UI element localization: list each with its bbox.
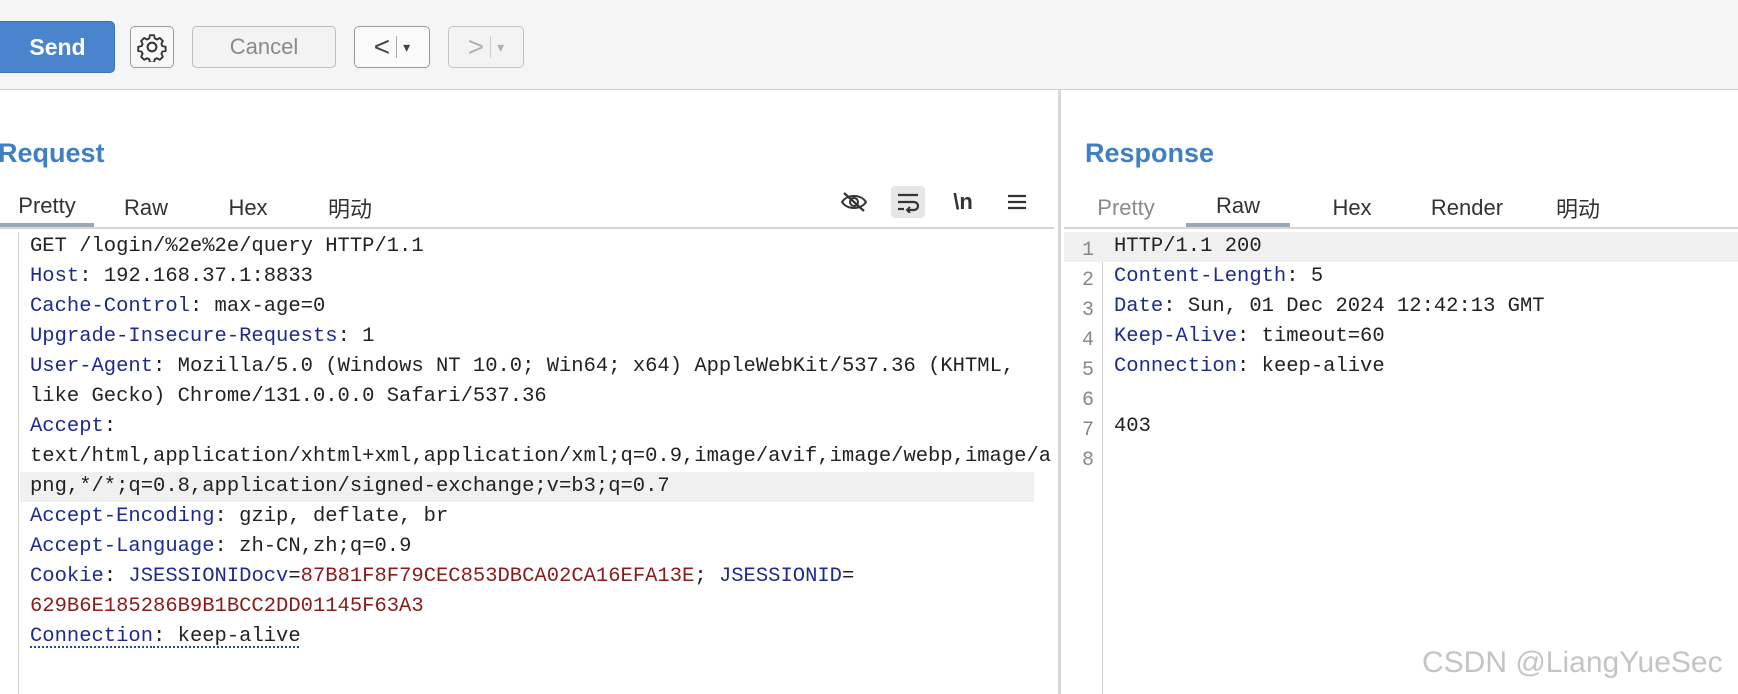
gear-icon (137, 34, 167, 62)
cancel-button[interactable]: Cancel (192, 26, 336, 68)
line-number: 8 (1081, 449, 1094, 472)
header-cookie-cont: 629B6E185286B9B1BCC2DD01145F63A3 (30, 595, 424, 618)
response-status-line: HTTP/1.1 200 (1114, 235, 1262, 258)
header-cookie: Cookie: JSESSIONIDocv=87B81F8F79CEC853DB… (30, 565, 855, 588)
hide-nonprintable-button[interactable] (837, 186, 871, 218)
line-number: 7 (1081, 419, 1094, 442)
eye-slash-icon (840, 192, 868, 212)
response-editor[interactable]: 1 2 3 4 5 6 7 8 HTTP/1.1 200 Content-Len… (1064, 232, 1738, 694)
response-tabs: Pretty Raw Hex Render 明动 (1064, 188, 1738, 228)
header-upgrade-insecure: Upgrade-Insecure-Requests: 1 (30, 325, 375, 348)
tab-pretty[interactable]: Pretty (1084, 188, 1168, 228)
tab-render[interactable]: Render (1412, 188, 1522, 228)
header-user-agent-cont: like Gecko) Chrome/131.0.0.0 Safari/537.… (30, 385, 547, 408)
header-date: Date: Sun, 01 Dec 2024 12:42:13 GMT (1114, 295, 1545, 318)
response-body: 403 (1114, 415, 1151, 438)
tab-raw[interactable]: Raw (104, 188, 188, 228)
tabs-rule (1064, 227, 1738, 229)
header-accept-value-cont: png,*/*;q=0.8,application/signed-exchang… (20, 472, 1034, 502)
settings-button[interactable] (130, 26, 174, 68)
tab-pretty[interactable]: Pretty (0, 188, 94, 228)
line-number: 3 (1081, 299, 1094, 322)
wrap-icon (898, 193, 920, 213)
tab-inspector[interactable]: 明动 (306, 188, 394, 228)
separator (490, 36, 492, 58)
newline-icon: \n (953, 189, 973, 214)
header-accept: Accept: (30, 415, 117, 438)
line-number: 6 (1081, 389, 1094, 412)
header-accept-language: Accept-Language: zh-CN,zh;q=0.9 (30, 535, 412, 558)
line-number: 1 (1081, 239, 1094, 262)
forward-arrow-icon: > (467, 31, 485, 62)
tab-raw[interactable]: Raw (1186, 188, 1290, 228)
header-keep-alive: Keep-Alive: timeout=60 (1114, 325, 1385, 348)
line-number: 4 (1081, 329, 1094, 352)
line-number: 5 (1081, 359, 1094, 382)
menu-icon (1008, 194, 1026, 210)
chevron-down-icon[interactable]: ▾ (403, 39, 410, 56)
pane-divider[interactable] (1058, 90, 1061, 694)
header-connection: Connection: keep-alive (1114, 355, 1385, 378)
header-accept-value: text/html,application/xhtml+xml,applicat… (30, 445, 1052, 468)
header-accept-encoding: Accept-Encoding: gzip, deflate, br (30, 505, 449, 528)
back-button[interactable]: < ▾ (354, 26, 430, 68)
wrap-lines-button[interactable] (891, 186, 925, 218)
header-connection: Connection: keep-alive (30, 625, 301, 648)
tab-hex[interactable]: Hex (206, 188, 290, 228)
request-editor[interactable]: GET /login/%2e%2e/query HTTP/1.1 Host: 1… (0, 232, 1051, 694)
response-title: Response (1085, 138, 1215, 168)
separator (396, 36, 398, 58)
request-title: Request (0, 138, 105, 168)
header-content-length: Content-Length: 5 (1114, 265, 1324, 288)
line-number: 2 (1081, 269, 1094, 292)
show-newlines-button[interactable]: \n (946, 186, 980, 218)
header-cache-control: Cache-Control: max-age=0 (30, 295, 326, 318)
back-arrow-icon: < (373, 31, 391, 62)
tabs-rule (0, 227, 1054, 229)
watermark: CSDN @LiangYueSec (1422, 646, 1723, 679)
header-host: Host: 192.168.37.1:8833 (30, 265, 313, 288)
forward-button[interactable]: > ▾ (448, 26, 524, 68)
toolbar: Send Cancel < ▾ > ▾ (0, 0, 1738, 90)
tab-hex[interactable]: Hex (1310, 188, 1394, 228)
options-menu-button[interactable] (1000, 186, 1034, 218)
header-user-agent: User-Agent: Mozilla/5.0 (Windows NT 10.0… (30, 355, 1015, 378)
chevron-down-icon[interactable]: ▾ (497, 39, 504, 56)
tab-inspector[interactable]: 明动 (1534, 188, 1622, 228)
send-button[interactable]: Send (0, 21, 115, 73)
request-line: GET /login/%2e%2e/query HTTP/1.1 (30, 235, 424, 258)
